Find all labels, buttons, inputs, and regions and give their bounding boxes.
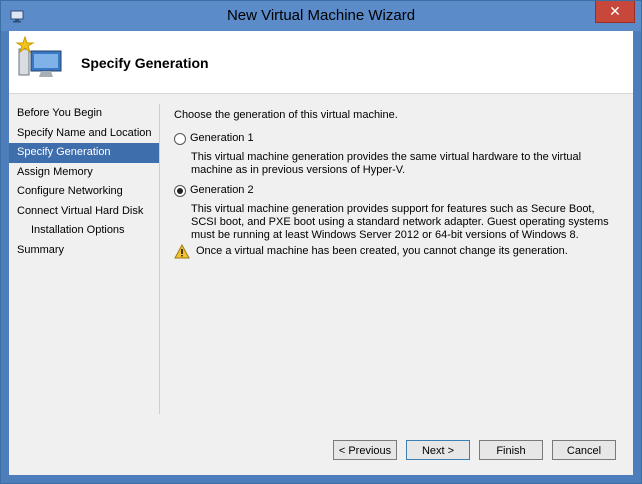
generation-1-label[interactable]: Generation 1 [190, 132, 254, 144]
wizard-header: Specify Generation [9, 31, 633, 94]
nav-item-before-you-begin[interactable]: Before You Begin [9, 104, 159, 124]
nav-item-specify-generation[interactable]: Specify Generation [9, 143, 159, 163]
nav-item-installation-options[interactable]: Installation Options [9, 221, 159, 241]
generation-2-radio[interactable] [174, 185, 186, 197]
warning-text: Once a virtual machine has been created,… [196, 245, 568, 257]
wizard-client-area: Specify Generation Before You Begin Spec… [9, 31, 633, 475]
generation-1-description: This virtual machine generation provides… [191, 151, 582, 176]
warning-icon [174, 244, 190, 259]
generation-prompt: Choose the generation of this virtual ma… [174, 109, 398, 121]
nav-item-specify-name-and-location[interactable]: Specify Name and Location [9, 124, 159, 144]
page-title: Specify Generation [81, 55, 209, 71]
generation-2-description: This virtual machine generation provides… [191, 203, 609, 241]
next-button[interactable]: Next > [406, 440, 470, 460]
close-button[interactable]: ✕ [595, 1, 635, 23]
title-bar: New Virtual Machine Wizard ✕ [1, 1, 641, 31]
new-computer-icon [15, 35, 62, 77]
wizard-footer: < Previous Next > Finish Cancel [9, 410, 633, 475]
nav-item-summary[interactable]: Summary [9, 241, 159, 261]
previous-button[interactable]: < Previous [333, 440, 397, 460]
cancel-button[interactable]: Cancel [552, 440, 616, 460]
finish-button[interactable]: Finish [479, 440, 543, 460]
generation-2-label[interactable]: Generation 2 [190, 184, 254, 196]
nav-item-configure-networking[interactable]: Configure Networking [9, 182, 159, 202]
wizard-window: New Virtual Machine Wizard ✕ Specify Gen… [0, 0, 642, 484]
nav-item-connect-virtual-hard-disk[interactable]: Connect Virtual Hard Disk [9, 202, 159, 222]
generation-1-radio[interactable] [174, 133, 186, 145]
wizard-content: Choose the generation of this virtual ma… [174, 109, 624, 259]
wizard-steps-nav: Before You Begin Specify Name and Locati… [9, 104, 160, 414]
window-title: New Virtual Machine Wizard [226, 7, 416, 24]
nav-item-assign-memory[interactable]: Assign Memory [9, 163, 159, 183]
